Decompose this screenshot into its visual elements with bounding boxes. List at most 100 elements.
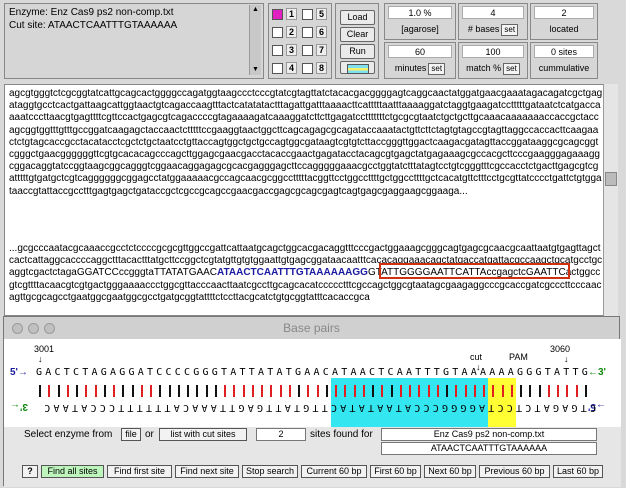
base-pair-bar <box>575 385 578 397</box>
match-label: match % <box>466 63 502 73</box>
gel-buttons-panel: Load Clear Run <box>335 3 379 79</box>
top-strand-base: T <box>221 367 228 378</box>
lane-3-checkbox[interactable] <box>272 45 283 56</box>
bottom-strand-base: T <box>127 402 134 413</box>
lane-7[interactable]: 7 <box>302 44 330 58</box>
bottom-strand-base: C <box>414 402 421 413</box>
top-strand-base: G <box>526 367 533 378</box>
lane-selector-panel: 1 2 3 4 5 6 7 8 <box>268 3 332 79</box>
top-strand-base: T <box>267 367 274 378</box>
bottom-strand-base: C <box>506 402 513 413</box>
scroll-up-icon[interactable]: ▲ <box>252 6 259 14</box>
lane-2-checkbox[interactable] <box>272 27 283 38</box>
load-button[interactable]: Load <box>340 10 375 25</box>
lane-6-checkbox[interactable] <box>302 27 313 38</box>
file-button[interactable]: file <box>121 428 141 441</box>
base-pair-bar <box>214 385 217 397</box>
base-pair-bar <box>57 385 60 397</box>
clear-button[interactable]: Clear <box>340 27 375 42</box>
lane-1[interactable]: 1 <box>272 8 300 22</box>
base-pair-bar <box>261 385 263 397</box>
bottom-strand-base: T <box>136 402 143 413</box>
run-button[interactable]: Run <box>340 44 375 59</box>
base-pair-bar <box>483 385 485 397</box>
agarose-value[interactable]: 1.0 % <box>388 6 452 19</box>
lane-1-checkbox[interactable] <box>272 9 283 20</box>
minutes-value[interactable]: 60 <box>388 45 452 58</box>
base-pair-bar <box>501 385 504 397</box>
bottom-strand-base: T <box>164 402 171 413</box>
zoom-window-icon[interactable] <box>44 323 55 334</box>
top-strand-base: T <box>248 367 255 378</box>
bottom-strand-base: A <box>404 402 411 413</box>
top-strand-base: A <box>276 367 283 378</box>
base-pairs-titlebar: Base pairs <box>4 317 619 340</box>
top-strand-base: C <box>54 367 61 378</box>
base-pair-view: 3001 ↓ 3060 ↓ cut ↓ PAM 5'→ ←3' 3'← →5' … <box>4 339 621 430</box>
bottom-strand-base: C <box>330 402 337 413</box>
first-60bp-button[interactable]: First 60 bp <box>370 465 421 478</box>
current-60bp-button[interactable]: Current 60 bp <box>301 465 367 478</box>
sequence-view[interactable]: agcgtgggtctcgcggtatcattgcagcactggggccaga… <box>4 84 618 316</box>
close-window-icon[interactable] <box>12 323 23 334</box>
list-with-cut-sites-button[interactable]: list with cut sites <box>159 428 247 441</box>
lane-8[interactable]: 8 <box>302 62 330 76</box>
sequence-scrollbar[interactable] <box>603 84 618 316</box>
bottom-strand-base: C <box>423 402 430 413</box>
highlighted-cut-site[interactable]: ATAACTCAATTTGTAAAAAAGG <box>217 267 368 278</box>
lane-5[interactable]: 5 <box>302 8 330 22</box>
stop-search-button[interactable]: Stop search <box>242 465 298 478</box>
find-all-sites-button[interactable]: Find all sites <box>41 465 104 478</box>
sites-box: 0 sites cummulative <box>530 42 598 79</box>
top-strand-base: G <box>100 367 107 378</box>
top-strand-base: G <box>443 367 450 378</box>
find-next-site-button[interactable]: Find next site <box>175 465 239 478</box>
next-60bp-button[interactable]: Next 60 bp <box>424 465 476 478</box>
top-strand-base: A <box>91 367 98 378</box>
scroll-down-icon[interactable]: ▼ <box>252 66 259 74</box>
lane-7-checkbox[interactable] <box>302 45 313 56</box>
bottom-strand-base: C <box>432 402 439 413</box>
gel-view-button[interactable] <box>340 61 375 74</box>
bottom-strand-base: T <box>534 402 541 413</box>
previous-60bp-button[interactable]: Previous 60 bp <box>479 465 550 478</box>
lane-6[interactable]: 6 <box>302 26 330 40</box>
help-button[interactable]: ? <box>22 465 38 478</box>
lane-4-checkbox[interactable] <box>272 63 283 74</box>
bottom-strand-base: A <box>284 402 291 413</box>
base-pair-bar <box>520 385 522 397</box>
bases-value[interactable]: 4 <box>462 6 524 19</box>
enzyme-info-scrollbar[interactable]: ▲ ▼ <box>249 5 261 75</box>
bottom-strand-base: G <box>256 402 263 413</box>
base-pair-bar <box>122 385 125 397</box>
base-pair-bar <box>196 385 199 397</box>
lane-4[interactable]: 4 <box>272 62 300 76</box>
lane-8-checkbox[interactable] <box>302 63 313 74</box>
start-arrow-icon: ↓ <box>38 354 43 364</box>
bottom-strand-base: T <box>321 402 328 413</box>
lane-2[interactable]: 2 <box>272 26 300 40</box>
match-set-button[interactable]: set <box>503 63 520 75</box>
bottom-strand-base: G <box>451 402 458 413</box>
find-first-site-button[interactable]: Find first site <box>107 465 172 478</box>
sequence-scroll-thumb[interactable] <box>605 172 617 186</box>
bottom-strand-base: A <box>386 402 393 413</box>
minutes-set-button[interactable]: set <box>428 63 446 75</box>
base-pair-bar <box>140 385 143 397</box>
top-strand-base: T <box>341 367 348 378</box>
base-pair-bar <box>48 385 51 397</box>
bases-set-button[interactable]: set <box>501 24 519 36</box>
top-strand-base: A <box>406 367 413 378</box>
top-strand-base: C <box>184 367 191 378</box>
base-pair-bar <box>399 385 402 397</box>
lane-3[interactable]: 3 <box>272 44 300 58</box>
top-strand-base: A <box>258 367 265 378</box>
base-pair-bar <box>418 385 421 397</box>
last-60bp-button[interactable]: Last 60 bp <box>553 465 603 478</box>
located-label: located <box>549 24 579 34</box>
lane-5-checkbox[interactable] <box>302 9 313 20</box>
match-value[interactable]: 100 <box>462 45 524 58</box>
minimize-window-icon[interactable] <box>28 323 39 334</box>
bottom-strand-base: T <box>155 402 162 413</box>
end-coordinate: 3060 <box>550 344 571 354</box>
